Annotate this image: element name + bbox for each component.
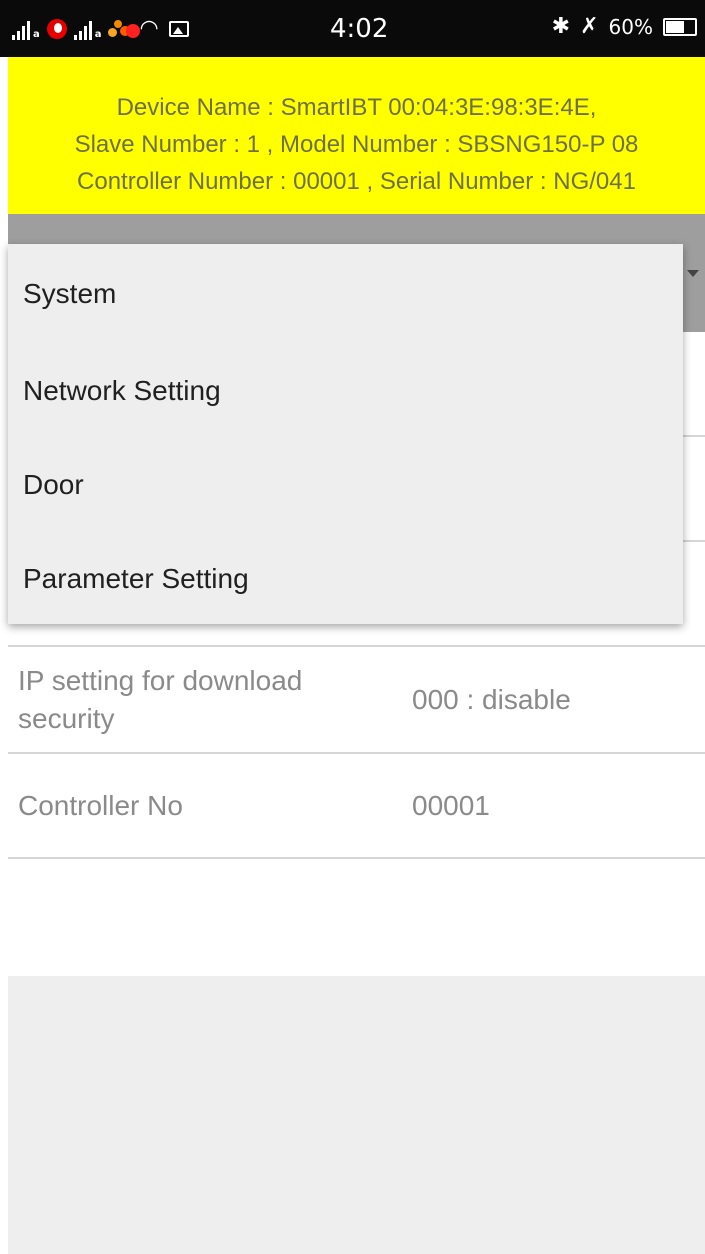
setting-value: 00001 (412, 789, 490, 821)
device-info-banner: Device Name : SmartIBT 00:04:3E:98:3E:4E… (8, 57, 705, 214)
bottom-panel (8, 976, 705, 1254)
list-item[interactable]: Controller No 00001 (8, 754, 705, 859)
vodafone-icon (46, 19, 67, 39)
menu-item-parameter-setting[interactable]: Parameter Setting (8, 532, 683, 626)
battery-percent: 60% (608, 14, 653, 39)
slave-model-line: Slave Number : 1 , Model Number : SBSNG1… (74, 131, 639, 158)
wifi-icon: ◠ (139, 16, 159, 41)
list-item[interactable]: IP setting for download security 000 : d… (8, 647, 705, 754)
signal-icon: a (12, 18, 40, 40)
mute-icon: ✗ (580, 14, 599, 39)
signal-icon: a (73, 18, 102, 40)
device-name-line: Device Name : SmartIBT 00:04:3E:98:3E:4E… (116, 94, 597, 121)
image-icon (168, 21, 189, 37)
controller-serial-line: Controller Number : 00001 , Serial Numbe… (77, 168, 636, 195)
menu-item-system[interactable]: System (8, 244, 683, 344)
menu-item-network-setting[interactable]: Network Setting (8, 344, 683, 438)
setting-value: 000 : disable (412, 683, 571, 715)
clock: 4:02 (330, 14, 389, 44)
setting-label: Controller No (18, 789, 183, 821)
dropdown-arrow-icon[interactable] (687, 270, 699, 277)
dropdown-menu: System Network Setting Door Parameter Se… (8, 244, 683, 624)
status-bar: a a ◠ 4:02 ✱ ✗ 60% (0, 0, 705, 57)
app-dots-icon (106, 18, 140, 40)
battery-icon (663, 17, 697, 36)
setting-label: IP setting for download security (18, 664, 303, 734)
bluetooth-icon: ✱ (551, 14, 571, 39)
menu-item-door[interactable]: Door (8, 438, 683, 532)
